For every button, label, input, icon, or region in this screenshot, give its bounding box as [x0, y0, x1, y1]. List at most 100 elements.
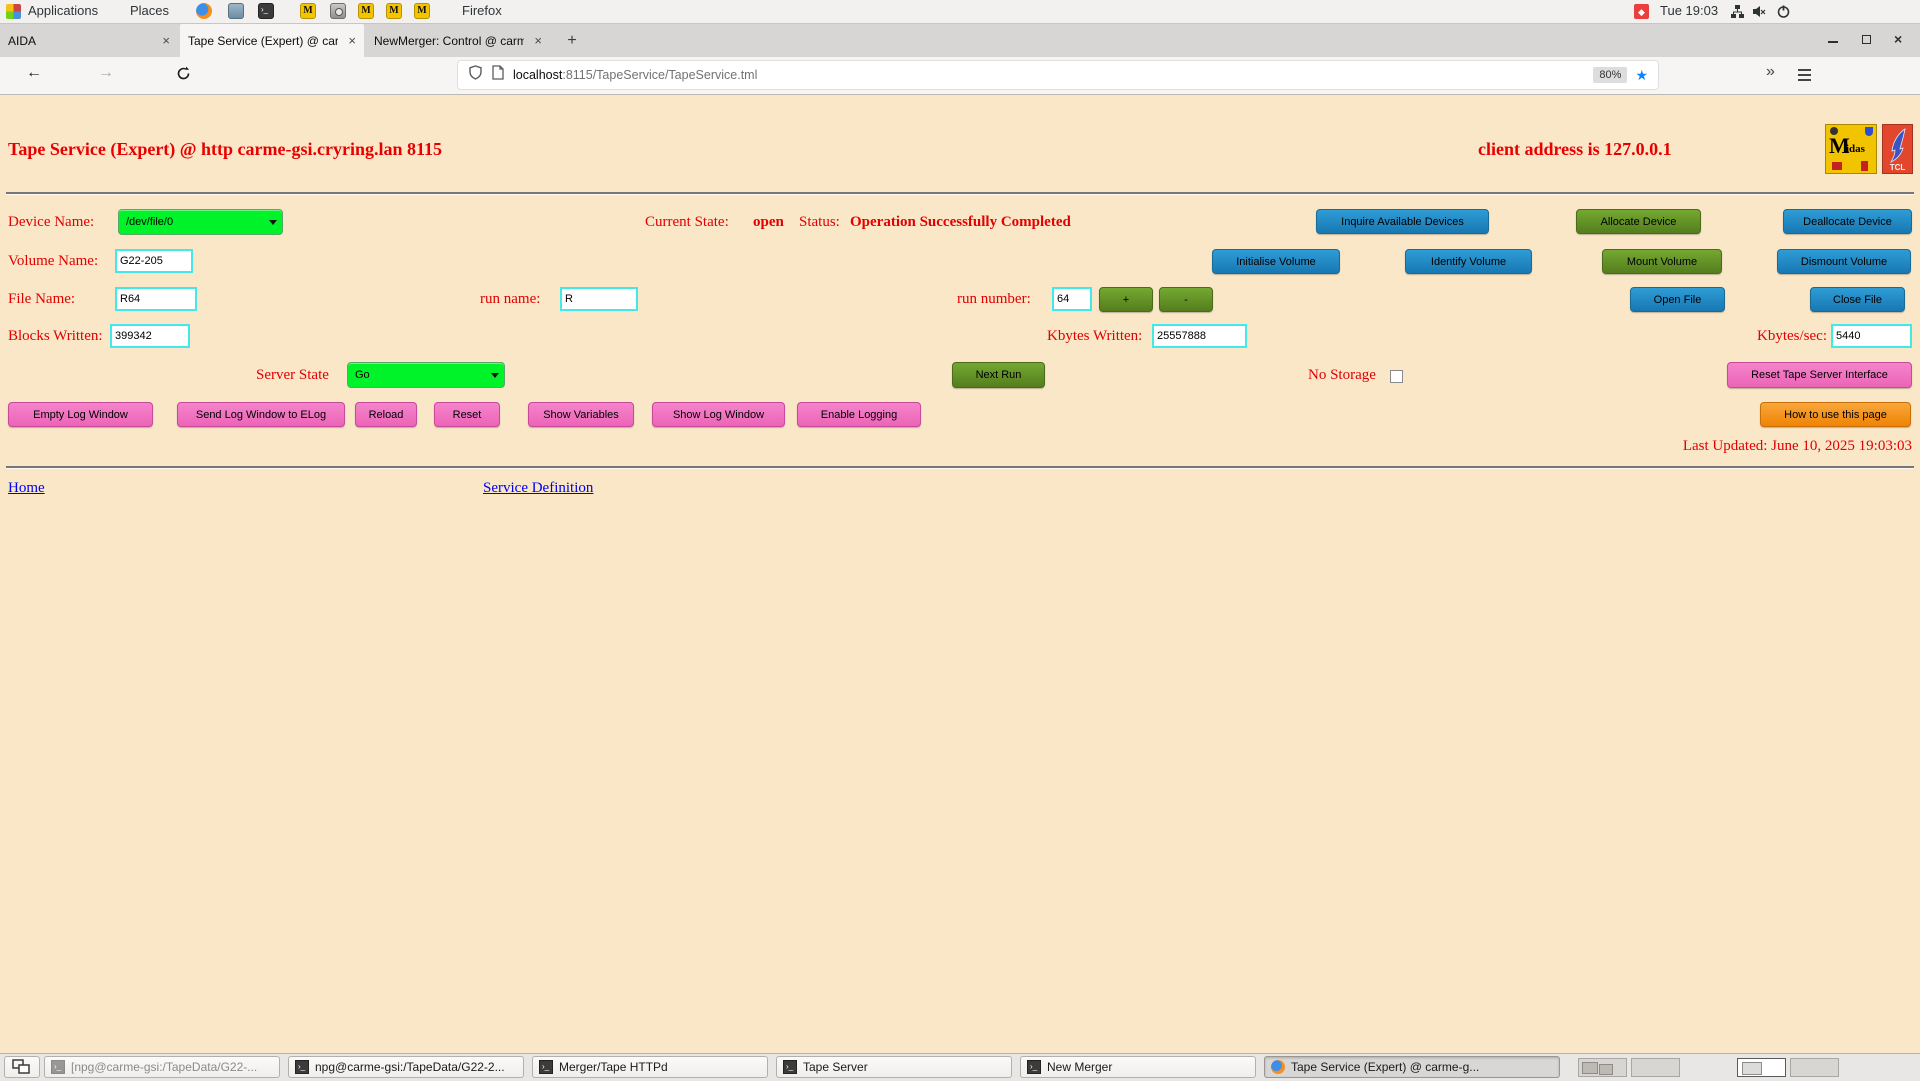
- server-state-select[interactable]: Go: [347, 362, 505, 388]
- midas-launcher-icon[interactable]: [414, 3, 430, 19]
- taskbar-task-merger-httpd[interactable]: Merger/Tape HTTPd: [532, 1056, 768, 1078]
- firefox-icon: [1271, 1060, 1285, 1074]
- url-text[interactable]: localhost:8115/TapeService/TapeService.t…: [513, 68, 757, 82]
- send-log-window-to-elog-button[interactable]: Send Log Window to ELog: [177, 402, 345, 427]
- page-title: Tape Service (Expert) @ http carme-gsi.c…: [8, 139, 443, 159]
- taskbar-task-tape-server[interactable]: Tape Server: [776, 1056, 1012, 1078]
- tab-tape-service[interactable]: Tape Service (Expert) @ carm: [180, 24, 364, 57]
- run-name-input[interactable]: [560, 287, 638, 311]
- screenshot-tool-icon[interactable]: [330, 3, 346, 19]
- workspace-1-cell[interactable]: [1578, 1058, 1627, 1077]
- page-info-icon[interactable]: [492, 65, 504, 85]
- window-close-button[interactable]: [1894, 33, 1908, 47]
- tab-close-icon[interactable]: [340, 33, 356, 48]
- browser-tab-bar: AIDA Tape Service (Expert) @ carm NewMer…: [0, 24, 1920, 57]
- forward-icon[interactable]: →: [98, 64, 114, 82]
- run-number-increment-button[interactable]: +: [1099, 287, 1153, 312]
- new-tab-button[interactable]: [562, 31, 582, 51]
- zoom-level-badge[interactable]: 80%: [1593, 67, 1628, 83]
- tab-newmerger[interactable]: NewMerger: Control @ carm: [366, 24, 550, 57]
- task-label: Merger/Tape HTTPd: [559, 1060, 668, 1074]
- home-link[interactable]: Home: [8, 480, 45, 497]
- window-maximize-button[interactable]: [1862, 33, 1876, 47]
- bookmark-star-icon[interactable]: ★: [1635, 67, 1648, 84]
- back-icon[interactable]: ←: [26, 64, 42, 82]
- deallocate-device-button[interactable]: Deallocate Device: [1783, 209, 1912, 234]
- tab-title: Tape Service (Expert) @ carm: [188, 33, 338, 48]
- terminal-icon: [51, 1060, 65, 1074]
- device-name-select[interactable]: /dev/file/0: [118, 209, 283, 235]
- taskbar-task-new-merger[interactable]: New Merger: [1020, 1056, 1256, 1078]
- show-variables-button[interactable]: Show Variables: [528, 402, 634, 427]
- terminal-launcher-icon[interactable]: [258, 3, 274, 19]
- mount-volume-button[interactable]: Mount Volume: [1602, 249, 1722, 274]
- initialise-volume-button[interactable]: Initialise Volume: [1212, 249, 1340, 274]
- kbytes-written-input[interactable]: [1152, 324, 1247, 348]
- terminal-icon: [783, 1060, 797, 1074]
- file-manager-icon[interactable]: [228, 3, 244, 19]
- device-name-value: /dev/file/0: [126, 216, 174, 228]
- tab-title: AIDA: [8, 33, 37, 48]
- url-bar[interactable]: localhost:8115/TapeService/TapeService.t…: [458, 61, 1658, 89]
- volume-name-input[interactable]: [115, 249, 193, 273]
- menu-hamburger-icon[interactable]: [1798, 69, 1811, 81]
- midas-logo-idas: idas: [1846, 143, 1865, 155]
- identify-volume-button[interactable]: Identify Volume: [1405, 249, 1532, 274]
- run-number-input[interactable]: [1052, 287, 1092, 311]
- applications-menu[interactable]: Applications: [28, 3, 98, 18]
- reload-button[interactable]: Reload: [355, 402, 417, 427]
- kbytes-per-sec-input[interactable]: [1831, 324, 1912, 348]
- no-storage-checkbox[interactable]: [1390, 370, 1403, 383]
- browser-nav-bar: ← → localhost:8115/TapeService/TapeServi…: [0, 57, 1920, 95]
- midas-launcher-icon[interactable]: [386, 3, 402, 19]
- screencast-indicator-icon[interactable]: ◆: [1634, 4, 1649, 19]
- overflow-chevrons-icon[interactable]: »: [1766, 63, 1775, 81]
- open-file-button[interactable]: Open File: [1630, 287, 1725, 312]
- midas-launcher-icon[interactable]: [358, 3, 374, 19]
- workspace-3-cell-active[interactable]: [1737, 1058, 1786, 1077]
- file-name-input[interactable]: [115, 287, 197, 311]
- firefox-launcher-icon[interactable]: [196, 3, 212, 19]
- taskbar-task-terminal-1[interactable]: [npg@carme-gsi:/TapeData/G22-...: [44, 1056, 280, 1078]
- no-storage-label: No Storage: [1308, 367, 1376, 383]
- taskbar-task-tape-service-firefox[interactable]: Tape Service (Expert) @ carme-g...: [1264, 1056, 1560, 1078]
- empty-log-window-button[interactable]: Empty Log Window: [8, 402, 153, 427]
- close-file-button[interactable]: Close File: [1810, 287, 1905, 312]
- shield-icon[interactable]: [468, 64, 483, 86]
- power-icon[interactable]: [1776, 4, 1792, 20]
- how-to-use-this-page-button[interactable]: How to use this page: [1760, 402, 1911, 427]
- task-label: npg@carme-gsi:/TapeData/G22-2...: [315, 1060, 505, 1074]
- show-desktop-button[interactable]: [4, 1056, 40, 1078]
- midas-launcher-icon[interactable]: [300, 3, 316, 19]
- blocks-written-input[interactable]: [110, 324, 190, 348]
- places-menu[interactable]: Places: [130, 3, 169, 18]
- tab-title: NewMerger: Control @ carm: [374, 33, 524, 48]
- desktop-top-bar: Applications Places Firefox ◆ Tue 19:03: [0, 0, 1920, 24]
- reset-tape-server-interface-button[interactable]: Reset Tape Server Interface: [1727, 362, 1912, 388]
- dismount-volume-button[interactable]: Dismount Volume: [1777, 249, 1911, 274]
- allocate-device-button[interactable]: Allocate Device: [1576, 209, 1701, 234]
- next-run-button[interactable]: Next Run: [952, 362, 1045, 388]
- network-icon[interactable]: [1730, 4, 1746, 20]
- tcl-logo-text: TCL: [1889, 163, 1906, 172]
- taskbar-task-terminal-2[interactable]: npg@carme-gsi:/TapeData/G22-2...: [288, 1056, 524, 1078]
- volume-name-label: Volume Name:: [8, 253, 99, 269]
- enable-logging-button[interactable]: Enable Logging: [797, 402, 921, 427]
- url-path: :8115/TapeService/TapeService.tml: [562, 68, 758, 82]
- blocks-written-label: Blocks Written:: [8, 328, 103, 344]
- workspace-2-cell[interactable]: [1631, 1058, 1680, 1077]
- applications-menu-icon[interactable]: [6, 4, 21, 19]
- workspace-4-cell[interactable]: [1790, 1058, 1839, 1077]
- tab-close-icon[interactable]: [154, 33, 170, 48]
- tab-close-icon[interactable]: [526, 33, 542, 48]
- volume-muted-icon[interactable]: [1752, 4, 1768, 20]
- clock[interactable]: Tue 19:03: [1660, 3, 1718, 18]
- reload-icon[interactable]: [176, 66, 191, 86]
- inquire-available-devices-button[interactable]: Inquire Available Devices: [1316, 209, 1489, 234]
- reset-button[interactable]: Reset: [434, 402, 500, 427]
- show-log-window-button[interactable]: Show Log Window: [652, 402, 785, 427]
- service-definition-link[interactable]: Service Definition: [483, 480, 593, 497]
- tab-aida[interactable]: AIDA: [0, 24, 178, 57]
- run-number-decrement-button[interactable]: -: [1159, 287, 1213, 312]
- window-minimize-button[interactable]: [1828, 33, 1842, 47]
